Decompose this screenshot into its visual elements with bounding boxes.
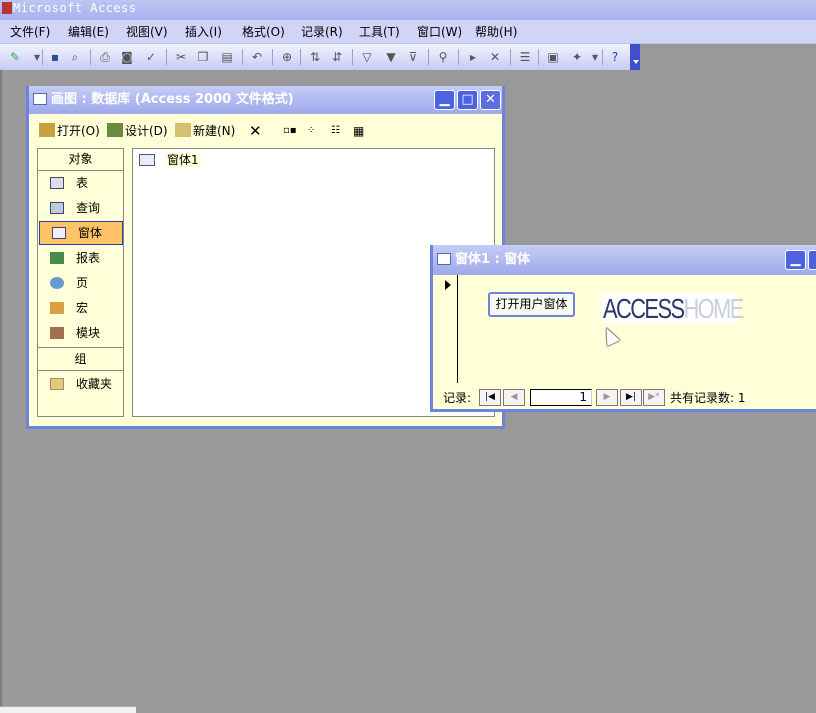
toolbar-options-icon[interactable] [630, 44, 640, 70]
details-view-icon[interactable]: ▦ [353, 122, 364, 140]
next-record-icon[interactable]: ▶ [596, 389, 618, 406]
object-tables[interactable]: 表 [38, 172, 123, 196]
print-icon[interactable]: ⎙ [96, 48, 114, 66]
design-button[interactable]: 设计(D) [107, 122, 168, 140]
new-record-nav-icon[interactable]: ▶* [643, 389, 665, 406]
object-macros[interactable]: 宏 [38, 297, 123, 321]
new-icon [175, 123, 191, 137]
previous-record-icon[interactable]: ◀ [503, 389, 525, 406]
database-window-icon[interactable]: ▣ [544, 48, 562, 66]
open-button[interactable]: 打开(O) [39, 122, 100, 140]
table-icon [50, 177, 64, 189]
object-queries[interactable]: 查询 [38, 197, 123, 221]
current-record-arrow-icon [445, 280, 451, 290]
properties-icon[interactable]: ☰ [516, 48, 534, 66]
open-user-form-button[interactable]: 打开用户窗体 [488, 292, 575, 317]
minimize-button[interactable]: ▁ [434, 90, 455, 110]
last-record-icon[interactable]: ▶| [620, 389, 642, 406]
undo-icon[interactable]: ↶ [248, 48, 266, 66]
menu-bar: 文件(F) 编辑(E) 视图(V) 插入(I) 格式(O) 记录(R) 工具(T… [0, 20, 816, 44]
report-icon [50, 252, 64, 264]
object-forms[interactable]: 窗体 [39, 221, 123, 245]
hyperlink-icon[interactable]: ⊕ [278, 48, 296, 66]
form-window-titlebar[interactable]: 窗体1 : 窗体 ▁ [433, 245, 816, 275]
favorites-icon [50, 378, 64, 390]
first-record-icon[interactable]: |◀ [479, 389, 501, 406]
app-title: Microsoft Access [13, 1, 137, 15]
total-records-label: 共有记录数: 1 [670, 391, 746, 405]
menu-file[interactable]: 文件(F) [10, 23, 50, 41]
objects-pane: 对象 表 查询 窗体 报表 页 宏 模块 组 收藏夹 [37, 148, 124, 417]
menu-help[interactable]: 帮助(H) [475, 23, 517, 41]
small-icons-icon[interactable]: ⁘ [307, 122, 315, 140]
new-object-icon[interactable]: ✦ [568, 48, 586, 66]
form-window: 窗体1 : 窗体 ▁ 打开用户窗体 ACCESSHOME 记录: |◀ ◀ 1 … [430, 245, 816, 412]
query-icon [50, 202, 64, 214]
list-item[interactable]: 窗体1 [139, 151, 201, 169]
delete-record-icon[interactable]: ✕ [486, 48, 504, 66]
sort-ascending-icon[interactable]: ⇅ [306, 48, 324, 66]
menu-edit[interactable]: 编辑(E) [68, 23, 109, 41]
apply-filter-icon[interactable]: ⊽ [404, 48, 422, 66]
status-strip [0, 706, 136, 713]
print-preview-icon[interactable]: ◙ [118, 48, 136, 66]
module-icon [50, 327, 64, 339]
list-view-icon[interactable]: ☷ [331, 122, 340, 140]
database-window-titlebar[interactable]: 画图 : 数据库 (Access 2000 文件格式) ▁ □ ✕ [29, 86, 502, 114]
copy-icon[interactable]: ❐ [194, 48, 212, 66]
macro-icon [50, 302, 64, 314]
filter-by-form-icon[interactable]: ▼ [382, 48, 400, 66]
paste-icon[interactable]: ▤ [218, 48, 236, 66]
menu-tools[interactable]: 工具(T) [359, 23, 400, 41]
search-file-icon[interactable]: ⌕ [66, 48, 84, 66]
form-icon [139, 154, 155, 166]
help-icon[interactable]: ? [606, 48, 624, 66]
menu-window[interactable]: 窗口(W) [417, 23, 462, 41]
menu-format[interactable]: 格式(O) [242, 23, 285, 41]
large-icons-icon[interactable]: ▫▪ [283, 122, 297, 140]
record-number-input[interactable]: 1 [530, 389, 592, 406]
form-icon [437, 253, 451, 265]
record-navigation-bar: 记录: |◀ ◀ 1 ▶ ▶| ▶* 共有记录数: 1 [443, 388, 816, 408]
cut-icon[interactable]: ✂ [172, 48, 190, 66]
app-title-bar: Microsoft Access [0, 0, 816, 20]
delete-icon[interactable]: ✕ [249, 122, 262, 140]
dropdown-icon[interactable]: ▾ [28, 48, 46, 66]
find-icon[interactable]: ⚲ [434, 48, 452, 66]
new-button[interactable]: 新建(N) [175, 122, 235, 140]
maximize-button[interactable]: □ [457, 90, 478, 110]
page-icon [50, 277, 64, 289]
database-toolbar: 打开(O) 设计(D) 新建(N) ✕ ▫▪ ⁘ ☷ ▦ [35, 120, 495, 142]
object-modules[interactable]: 模块 [38, 322, 123, 346]
menu-insert[interactable]: 插入(I) [185, 23, 222, 41]
object-reports[interactable]: 报表 [38, 247, 123, 271]
object-pages[interactable]: 页 [38, 272, 123, 296]
form-window-title: 窗体1 : 窗体 [455, 252, 531, 267]
database-icon [33, 93, 47, 105]
sort-descending-icon[interactable]: ⇵ [328, 48, 346, 66]
form-icon [52, 227, 66, 239]
open-icon [39, 123, 55, 137]
maximize-button[interactable] [808, 250, 816, 270]
filter-by-selection-icon[interactable]: ▽ [358, 48, 376, 66]
accesshome-logo: ACCESSHOME [601, 293, 744, 324]
minimize-button[interactable]: ▁ [785, 250, 806, 270]
objects-header: 对象 [38, 149, 123, 171]
record-selector[interactable] [438, 275, 458, 383]
record-label: 记录: [443, 391, 472, 405]
menu-records[interactable]: 记录(R) [301, 23, 343, 41]
close-button[interactable]: ✕ [480, 90, 501, 110]
standard-toolbar: ✎ ▾ ▪ ⌕ ⎙ ◙ ✓ ✂ ❐ ▤ ↶ ⊕ ⇅ ⇵ ▽ ▼ ⊽ ⚲ ▸ ✕ … [0, 44, 640, 70]
menu-view[interactable]: 视图(V) [126, 23, 168, 41]
groups-header: 组 [38, 347, 123, 371]
save-icon[interactable]: ▪ [46, 48, 64, 66]
database-window-title: 画图 : 数据库 (Access 2000 文件格式) [51, 92, 294, 107]
design-view-icon[interactable]: ✎ [6, 48, 24, 66]
spelling-icon[interactable]: ✓ [142, 48, 160, 66]
desktop-edge [0, 70, 2, 713]
design-icon [107, 123, 123, 137]
group-favorites[interactable]: 收藏夹 [38, 373, 123, 397]
new-record-icon[interactable]: ▸ [464, 48, 482, 66]
access-logo-icon [2, 2, 12, 14]
